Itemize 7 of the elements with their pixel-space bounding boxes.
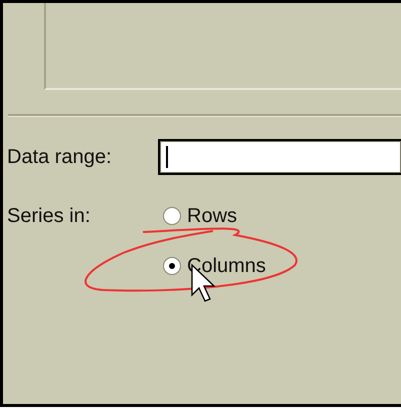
data-range-field[interactable] (158, 139, 401, 175)
radio-label[interactable]: Rows (187, 201, 238, 231)
radio-button[interactable] (163, 207, 181, 225)
radio-label[interactable]: Columns (187, 251, 266, 281)
radio-button[interactable] (163, 257, 181, 275)
series-in-label: Series in: (6, 204, 92, 229)
data-range-label: Data range: (6, 145, 113, 170)
